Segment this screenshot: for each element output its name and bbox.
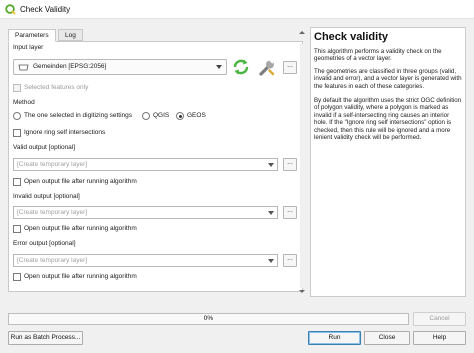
error-open-output-label: Open output file after running algorithm xyxy=(24,273,137,280)
help-paragraph: The geometries are classified in three g… xyxy=(314,68,462,90)
valid-output-browse-button[interactable]: ... xyxy=(283,158,297,171)
ignore-ring-label: Ignore ring self intersections xyxy=(24,129,106,136)
help-panel: Check validity This algorithm performs a… xyxy=(310,27,466,297)
input-layer-label: Input layer xyxy=(13,44,44,51)
radio-selected-dot xyxy=(178,114,182,118)
title-bar: Check Validity xyxy=(0,0,474,19)
tab-log[interactable]: Log xyxy=(58,29,83,41)
error-output-field[interactable]: [Create temporary layer] xyxy=(13,254,278,267)
error-open-output-checkbox[interactable] xyxy=(13,273,21,281)
check-validity-dialog: Check Validity Parameters Log Input laye… xyxy=(0,0,474,353)
wrench-icon[interactable] xyxy=(257,58,277,78)
invalid-output-field[interactable]: [Create temporary layer] xyxy=(13,206,278,219)
scroll-up-arrow-icon[interactable] xyxy=(299,31,305,34)
progress-bar: 0% xyxy=(8,313,409,325)
invalid-open-output-label: Open output file after running algorithm xyxy=(24,225,137,232)
tab-parameters[interactable]: Parameters xyxy=(8,29,56,42)
close-button[interactable]: Close xyxy=(364,331,410,345)
error-output-placeholder: [Create temporary layer] xyxy=(17,257,88,264)
chevron-down-icon xyxy=(216,65,222,69)
selected-features-label: Selected features only xyxy=(24,84,89,91)
qgis-logo-icon xyxy=(5,4,16,15)
parameters-scrollbar[interactable] xyxy=(300,44,303,288)
scroll-down-arrow-icon[interactable] xyxy=(299,290,305,293)
method-radio-geos[interactable] xyxy=(176,112,184,120)
invalid-open-output-checkbox[interactable] xyxy=(13,225,21,233)
valid-output-field[interactable]: [Create temporary layer] xyxy=(13,158,278,171)
help-paragraph: This algorithm performs a validity check… xyxy=(314,48,442,63)
help-button[interactable]: Help xyxy=(413,331,466,345)
valid-output-label: Valid output [optional] xyxy=(13,144,76,151)
valid-output-placeholder: [Create temporary layer] xyxy=(17,161,88,168)
chevron-down-icon xyxy=(268,163,274,167)
method-option-digitizing-label: The one selected in digitizing settings xyxy=(24,112,133,119)
ignore-ring-checkbox[interactable] xyxy=(13,129,21,137)
method-radio-digitizing[interactable] xyxy=(13,112,21,120)
method-option-qgis-label: QGIS xyxy=(153,112,170,119)
iterate-icon[interactable] xyxy=(232,58,250,76)
progress-text: 0% xyxy=(203,315,214,322)
window-title: Check Validity xyxy=(20,5,71,14)
invalid-output-browse-button[interactable]: ... xyxy=(283,206,297,219)
method-radio-qgis[interactable] xyxy=(142,112,150,120)
help-paragraph: By default the algorithm uses the strict… xyxy=(314,97,462,142)
error-output-browse-button[interactable]: ... xyxy=(283,254,297,267)
selected-features-checkbox[interactable] xyxy=(13,84,21,92)
help-title: Check validity xyxy=(314,31,388,43)
run-button[interactable]: Run xyxy=(308,331,361,345)
input-layer-value: Gemeinden [EPSG:2056] xyxy=(33,63,107,70)
run-as-batch-button[interactable]: Run as Batch Process... xyxy=(8,331,83,345)
valid-open-output-checkbox[interactable] xyxy=(13,178,21,186)
input-layer-combo[interactable]: Gemeinden [EPSG:2056] xyxy=(13,59,227,75)
cancel-button[interactable]: Cancel xyxy=(413,312,466,326)
error-output-label: Error output [optional] xyxy=(13,240,76,247)
valid-open-output-label: Open output file after running algorithm xyxy=(24,178,137,185)
invalid-output-placeholder: [Create temporary layer] xyxy=(17,209,88,216)
method-label: Method xyxy=(13,99,35,106)
polygon-layer-icon xyxy=(18,64,29,71)
chevron-down-icon xyxy=(268,211,274,215)
invalid-output-label: Invalid output [optional] xyxy=(13,193,80,200)
chevron-down-icon xyxy=(268,259,274,263)
input-layer-browse-button[interactable]: ... xyxy=(283,61,297,74)
method-option-geos-label: GEOS xyxy=(187,112,206,119)
